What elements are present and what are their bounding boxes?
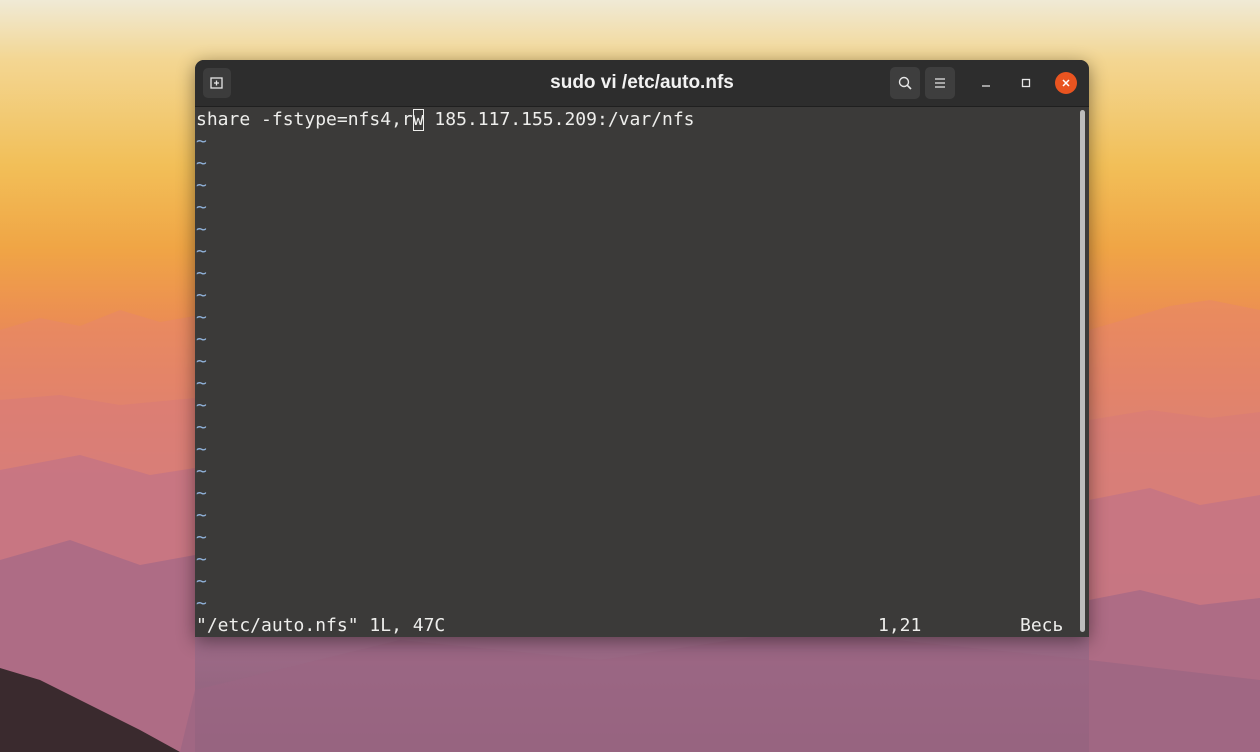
empty-line-marker: ~ — [196, 241, 207, 262]
title-bar[interactable]: sudo vi /etc/auto.nfs — [195, 60, 1089, 107]
empty-line-marker: ~ — [196, 395, 207, 416]
terminal-window: sudo vi /etc/auto.nfs share -fstype=nfs4… — [195, 60, 1089, 637]
empty-line-marker: ~ — [196, 527, 207, 548]
new-tab-button[interactable] — [203, 68, 231, 98]
minimize-button[interactable] — [975, 72, 997, 94]
close-icon — [1062, 79, 1070, 87]
empty-line-marker: ~ — [196, 197, 207, 218]
scrollbar[interactable] — [1080, 110, 1085, 632]
empty-line-marker: ~ — [196, 373, 207, 394]
empty-line-marker: ~ — [196, 131, 207, 152]
empty-line-marker: ~ — [196, 153, 207, 174]
empty-line-marker: ~ — [196, 263, 207, 284]
editor-line-1: share -fstype=nfs4,rw 185.117.155.209:/v… — [196, 109, 695, 131]
empty-line-marker: ~ — [196, 571, 207, 592]
search-icon — [898, 76, 912, 90]
empty-line-marker: ~ — [196, 505, 207, 526]
empty-line-marker: ~ — [196, 219, 207, 240]
empty-line-marker: ~ — [196, 285, 207, 306]
minimize-icon — [982, 85, 990, 87]
empty-line-marker: ~ — [196, 483, 207, 504]
empty-line-marker: ~ — [196, 439, 207, 460]
maximize-button[interactable] — [1015, 72, 1037, 94]
empty-line-marker: ~ — [196, 351, 207, 372]
status-cursor-position: 1,21 — [878, 615, 922, 636]
empty-line-marker: ~ — [196, 461, 207, 482]
empty-line-marker: ~ — [196, 329, 207, 350]
empty-line-marker: ~ — [196, 307, 207, 328]
hamburger-menu-icon — [935, 78, 945, 88]
status-scroll-position: Весь — [1020, 615, 1064, 636]
search-button[interactable] — [890, 67, 920, 99]
text-cursor: w — [412, 109, 424, 131]
terminal-area[interactable]: share -fstype=nfs4,rw 185.117.155.209:/v… — [195, 107, 1079, 637]
status-file-info: "/etc/auto.nfs" 1L, 47C — [196, 615, 446, 636]
empty-line-marker: ~ — [196, 593, 207, 614]
new-tab-icon — [210, 77, 223, 89]
maximize-icon — [1021, 78, 1031, 88]
close-button[interactable] — [1055, 72, 1077, 94]
line-text-before-cursor: share -fstype=nfs4,r — [196, 109, 413, 130]
line-text-after-cursor: 185.117.155.209:/var/nfs — [423, 109, 695, 130]
menu-button[interactable] — [925, 67, 955, 99]
empty-line-marker: ~ — [196, 417, 207, 438]
empty-line-marker: ~ — [196, 175, 207, 196]
empty-line-marker: ~ — [196, 549, 207, 570]
